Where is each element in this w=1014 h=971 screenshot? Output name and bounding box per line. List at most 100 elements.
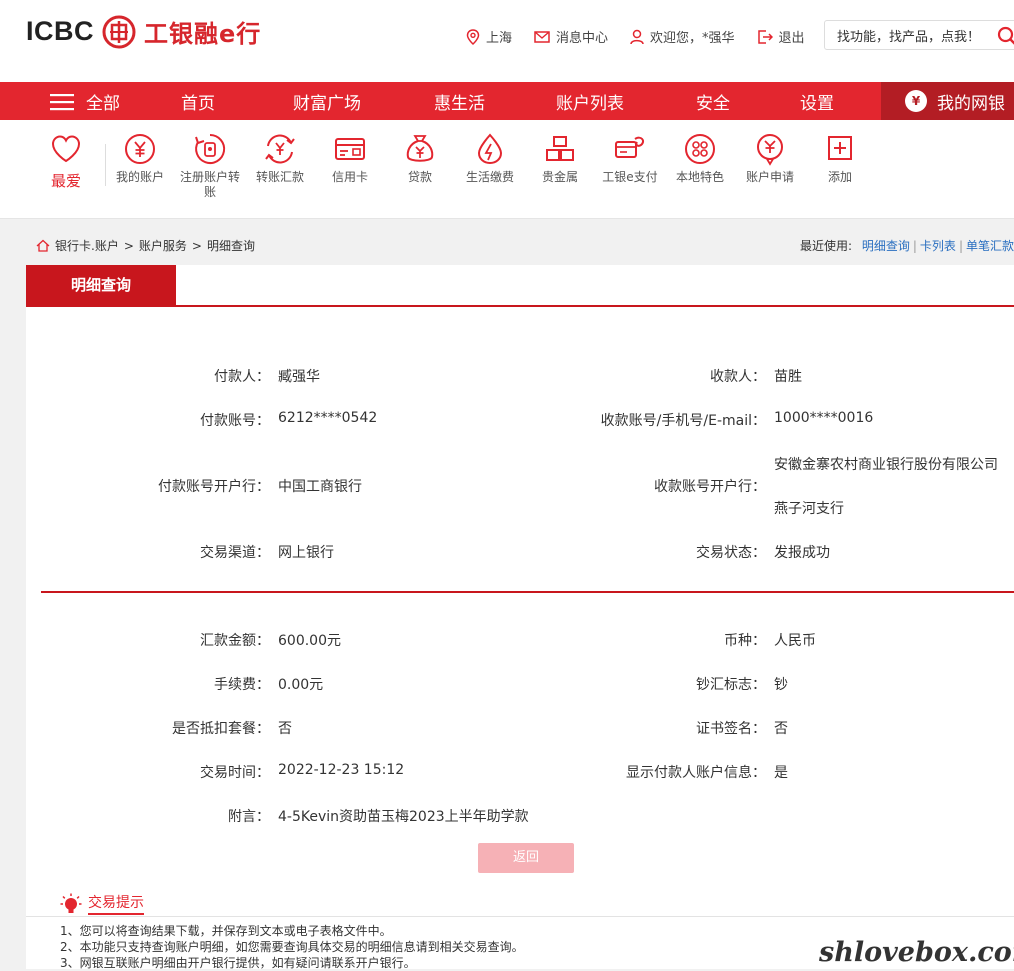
cash-flag-label: 钞汇标志： (452, 674, 766, 694)
quick-my-account[interactable]: 我的账户 (105, 132, 175, 185)
detail-panel: 明细查询 付款人： 臧强华 收款人： 苗胜 付款账号： 6212****0542… (26, 265, 1014, 969)
user-welcome[interactable]: 欢迎您，*强华 (630, 27, 735, 46)
top-bar: ICBC 工银融e行 上海 消息中心 欢迎您，*强华 退出 找功能，找产品，点我… (0, 0, 1014, 82)
payee-bank-label: 收款账号开户行： (452, 476, 766, 496)
fee-label: 手续费： (26, 674, 270, 694)
time-value: 2022-12-23 15:12 (278, 762, 404, 778)
tips-divider (26, 916, 1014, 917)
quick-registered-transfer[interactable]: 注册账户转账 (175, 132, 245, 200)
apply-icon (753, 132, 787, 166)
tips-title: 交易提示 (88, 892, 144, 915)
recently-used: 最近使用: 明细查询|卡列表|单笔汇款 (800, 237, 1014, 254)
recent-link-cards[interactable]: 卡列表 (920, 239, 956, 253)
payer-bank-label: 付款账号开户行： (26, 476, 270, 496)
payer-label: 付款人： (26, 366, 270, 386)
payer-account-value: 6212****0542 (278, 410, 377, 426)
gold-bars-icon (543, 132, 577, 166)
section-divider (41, 591, 1014, 593)
time-label: 交易时间： (26, 762, 270, 782)
status-value: 发报成功 (774, 542, 830, 562)
tip-item: 1、您可以将查询结果下载，并保存到文本或电子表格文件中。 (60, 922, 392, 939)
icbc-logo[interactable]: ICBC 工银融e行 (26, 14, 261, 49)
payer-bank-value: 中国工商银行 (278, 476, 362, 496)
payee-account-label: 收款账号/手机号/E-mail： (452, 410, 766, 430)
quick-local-feature[interactable]: 本地特色 (665, 132, 735, 185)
nav-item-home[interactable]: 首页 (181, 89, 215, 114)
quick-e-pay[interactable]: 工银e支付 (595, 132, 665, 185)
payer-value: 臧强华 (278, 366, 320, 386)
local-icon (683, 132, 717, 166)
quick-add[interactable]: 添加 (805, 132, 875, 185)
logout-label: 退出 (779, 27, 805, 46)
quick-label: 本地特色 (676, 170, 724, 184)
cash-flag-value: 钞 (774, 674, 788, 694)
back-button[interactable]: 返回 (478, 843, 574, 873)
tip-item: 2、本功能只支持查询账户明细，如您需要查询具体交易的明细信息请到相关交易查询。 (60, 938, 524, 955)
currency-label: 币种： (452, 630, 766, 650)
message-center-link[interactable]: 消息中心 (534, 27, 608, 46)
quick-label: 工银e支付 (602, 170, 657, 184)
package-label: 是否抵扣套餐： (26, 718, 270, 738)
note-value: 4-5Kevin资助苗玉梅2023上半年助学款 (278, 806, 529, 826)
logo-text: ICBC (26, 16, 94, 47)
quick-transfer[interactable]: 转账汇款 (245, 132, 315, 185)
breadcrumb: 银行卡.账户 > 账户服务 > 明细查询 (36, 237, 255, 254)
status-label: 交易状态： (452, 542, 766, 562)
e-pay-icon (613, 132, 647, 166)
icbc-seal-icon (102, 15, 136, 49)
welcome-text: 欢迎您，*强华 (650, 27, 735, 46)
recent-link-remit[interactable]: 单笔汇款 (966, 239, 1014, 253)
my-bank-button[interactable]: ¥ 我的网银 (881, 82, 1014, 120)
nav-item-accounts[interactable]: 账户列表 (556, 89, 624, 114)
search-icon[interactable] (997, 26, 1014, 46)
quick-label: 贷款 (408, 170, 432, 184)
exchange-icon (263, 132, 297, 166)
show-payer-label: 显示付款人账户信息： (452, 762, 766, 782)
water-drop-icon (473, 132, 507, 166)
recent-link-detail[interactable]: 明细查询 (862, 239, 910, 253)
city-link[interactable]: 上海 (466, 27, 512, 46)
quick-icon-bar: 最爱 我的账户 注册账户转账 转账汇款 信用卡 贷款 生活缴费 贵金属 工银e支… (0, 120, 1014, 219)
favorites[interactable]: 最爱 (48, 134, 84, 191)
nav-item-wealth[interactable]: 财富广场 (293, 89, 361, 114)
quick-label: 添加 (828, 170, 852, 184)
breadcrumb-level-2[interactable]: 账户服务 (139, 237, 187, 254)
heart-icon (50, 134, 82, 164)
nav-item-settings[interactable]: 设置 (800, 89, 834, 114)
tips-header: 交易提示 (60, 892, 144, 915)
nav-item-security[interactable]: 安全 (696, 89, 730, 114)
logout-link[interactable]: 退出 (757, 27, 805, 46)
recent-label: 最近使用: (800, 239, 852, 253)
quick-label: 账户申请 (746, 170, 794, 184)
quick-precious-metal[interactable]: 贵金属 (525, 132, 595, 185)
package-value: 否 (278, 718, 292, 738)
favorites-label: 最爱 (48, 170, 84, 191)
quick-label: 生活缴费 (466, 170, 514, 184)
search-input[interactable]: 找功能，找产品，点我！ (824, 20, 1014, 50)
nav-all-menu[interactable]: 全部 (50, 89, 120, 114)
payee-value: 苗胜 (774, 366, 802, 386)
nav-item-life[interactable]: 惠生活 (434, 89, 485, 114)
message-center-label: 消息中心 (556, 27, 608, 46)
quick-credit-card[interactable]: 信用卡 (315, 132, 385, 185)
money-bag-icon: ¥ (905, 90, 927, 112)
quick-label: 注册账户转账 (180, 170, 240, 199)
quick-life-payment[interactable]: 生活缴费 (455, 132, 525, 185)
quick-label: 转账汇款 (256, 170, 304, 184)
city-label: 上海 (486, 27, 512, 46)
payee-account-value: 1000****0016 (774, 410, 873, 426)
show-payer-value: 是 (774, 762, 788, 782)
fee-value: 0.00元 (278, 674, 323, 694)
logout-icon (757, 29, 773, 45)
breadcrumb-level-1[interactable]: 银行卡.账户 (55, 237, 119, 254)
mail-icon (534, 31, 550, 43)
quick-account-apply[interactable]: 账户申请 (735, 132, 805, 185)
yen-circle-icon (123, 132, 157, 166)
tab-header: 明细查询 (26, 265, 1014, 307)
quick-loan[interactable]: 贷款 (385, 132, 455, 185)
channel-value: 网上银行 (278, 542, 334, 562)
cert-sign-value: 否 (774, 718, 788, 738)
tip-item: 3、网银互联账户明细由开户银行提供，如有疑问请联系开户银行。 (60, 954, 416, 971)
hamburger-icon (50, 93, 74, 111)
tab-detail-query[interactable]: 明细查询 (26, 265, 176, 305)
